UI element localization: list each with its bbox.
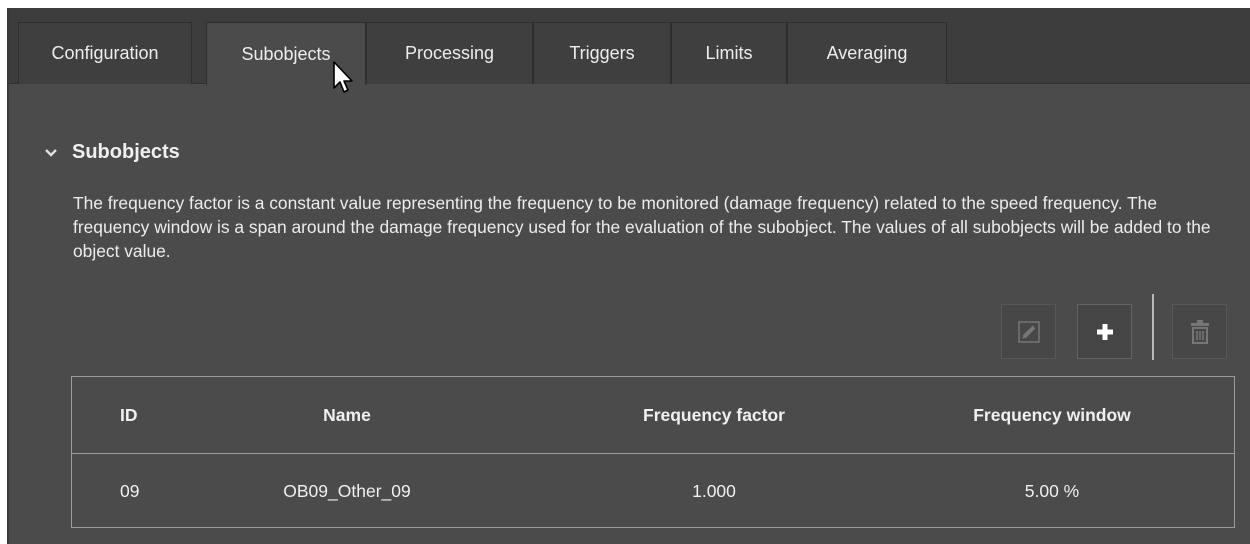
table-header: ID Name Frequency factor Frequency windo… xyxy=(72,377,1234,454)
mouse-pointer-icon xyxy=(333,61,353,93)
section-header[interactable]: Subobjects xyxy=(44,141,180,164)
tab-bar: Configuration Subobjects Processing Trig… xyxy=(7,8,1250,85)
header-frequency-factor[interactable]: Frequency factor xyxy=(599,377,829,453)
header-name[interactable]: Name xyxy=(237,377,457,453)
delete-button[interactable] xyxy=(1172,304,1227,359)
edit-button[interactable] xyxy=(1001,304,1056,359)
header-id[interactable]: ID xyxy=(120,377,138,453)
tab-triggers[interactable]: Triggers xyxy=(533,22,671,84)
tab-limits[interactable]: Limits xyxy=(671,22,787,84)
tab-averaging[interactable]: Averaging xyxy=(787,22,947,84)
plus-icon xyxy=(1096,323,1113,340)
add-button[interactable] xyxy=(1077,304,1132,359)
section-description: The frequency factor is a constant value… xyxy=(73,193,1211,261)
tab-processing[interactable]: Processing xyxy=(366,22,533,84)
header-frequency-window[interactable]: Frequency window xyxy=(942,377,1162,453)
cell-id: 09 xyxy=(120,480,140,501)
tab-configuration[interactable]: Configuration xyxy=(18,22,192,84)
subobjects-table: ID Name Frequency factor Frequency windo… xyxy=(71,376,1235,528)
settings-panel: Configuration Subobjects Processing Trig… xyxy=(7,8,1250,544)
cell-frequency-factor: 1.000 xyxy=(692,480,736,501)
toolbar-divider xyxy=(1152,294,1154,360)
cell-frequency-window: 5.00 % xyxy=(1024,480,1080,501)
chevron-down-icon xyxy=(45,148,57,157)
section-title: Subobjects xyxy=(72,141,180,163)
table-row[interactable]: 09 OB09_Other_09 1.000 5.00 % xyxy=(72,454,1234,528)
pencil-icon xyxy=(1017,320,1040,343)
cell-name: OB09_Other_09 xyxy=(283,480,411,501)
trash-icon xyxy=(1190,319,1209,344)
